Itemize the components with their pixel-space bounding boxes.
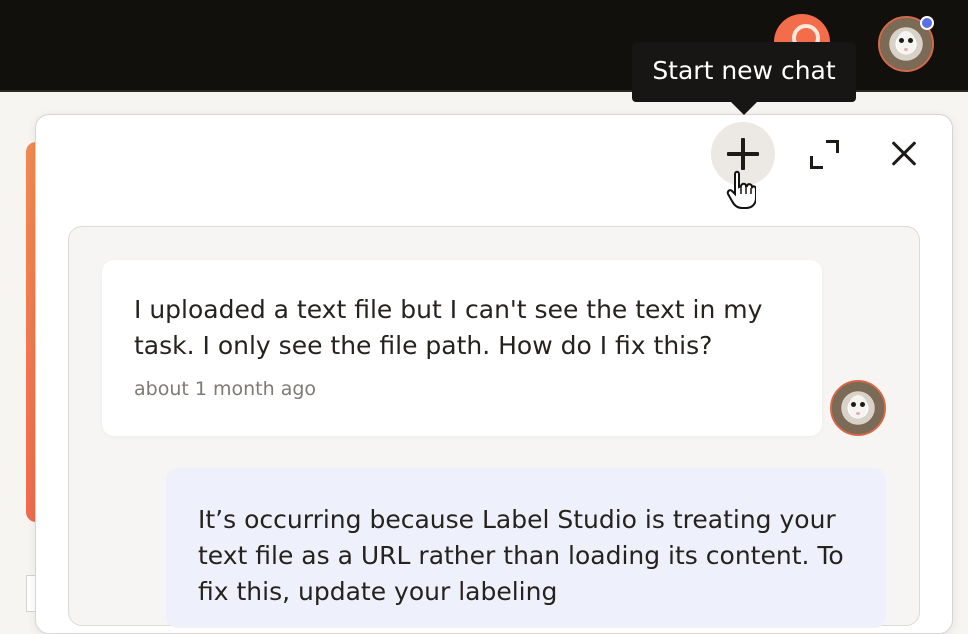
message-text: I uploaded a text file but I can't see t… <box>134 295 763 360</box>
close-button[interactable] <box>884 134 924 174</box>
message-timestamp: about 1 month ago <box>134 378 317 400</box>
expand-icon-corner <box>810 156 823 169</box>
tooltip: Start new chat <box>632 42 856 102</box>
plus-icon-bar <box>727 152 759 156</box>
hand-cursor-icon <box>726 170 756 209</box>
assistant-message: It’s occurring because Label Studio is t… <box>166 468 886 628</box>
expand-button[interactable] <box>804 134 844 174</box>
notification-dot <box>920 16 934 30</box>
user-message: I uploaded a text file but I can't see t… <box>102 260 822 436</box>
message-text: It’s occurring because Label Studio is t… <box>198 505 844 606</box>
message-avatar <box>830 380 886 436</box>
expand-icon <box>826 140 839 153</box>
tooltip-arrow <box>730 101 758 115</box>
